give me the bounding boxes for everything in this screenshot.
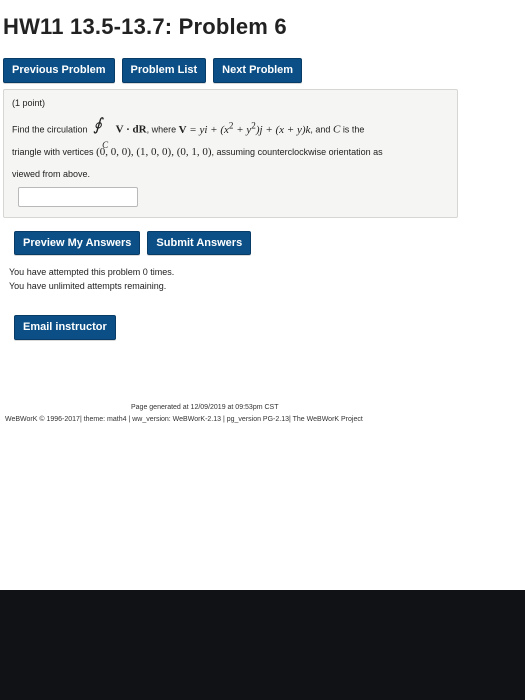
and-text: , and: [310, 124, 331, 135]
preview-answers-button[interactable]: Preview My Answers: [14, 231, 141, 255]
contour-integral-symbol: ∮ C: [92, 115, 110, 150]
vector-field: V = yi + (x2 + y2)j + (x + y)k: [178, 120, 311, 136]
problem-statement: Find the circulation ∮ C V · dR, where V …: [12, 114, 452, 185]
submit-answers-button[interactable]: Submit Answers: [147, 231, 252, 255]
integral-subscript: C: [102, 139, 109, 150]
problem-list-button[interactable]: Problem List: [121, 58, 207, 83]
curve-symbol: C: [332, 123, 341, 136]
remaining-attempts-text: You have unlimited attempts remaining.: [9, 281, 167, 291]
dark-bottom-area: [0, 590, 525, 700]
statement-line-3: viewed from above.: [12, 168, 91, 179]
statement-line-2: triangle with vertices: [12, 146, 94, 157]
page-generated-text: Page generated at 12/09/2019 at 09:53pm …: [131, 404, 279, 411]
statement-line-2-rest: , assuming counterclockwise orientation …: [211, 146, 383, 157]
statement-intro: Find the circulation: [12, 124, 88, 135]
is-the-text: is the: [342, 124, 365, 135]
next-problem-button[interactable]: Next Problem: [213, 58, 303, 83]
triangle-vertices: (0, 0, 0), (1, 0, 0), (0, 1, 0): [96, 145, 212, 158]
previous-problem-button[interactable]: Previous Problem: [3, 58, 115, 83]
points-label: (1 point): [12, 98, 46, 108]
where-text: , where: [146, 124, 177, 135]
attempt-status: You have attempted this problem 0 times.…: [9, 265, 174, 293]
integrand: V · dR: [115, 123, 147, 136]
answer-input[interactable]: [18, 187, 138, 207]
email-instructor-button[interactable]: Email instructor: [14, 315, 116, 340]
problem-navigation: Previous Problem Problem List Next Probl…: [3, 58, 303, 83]
page-title: HW11 13.5-13.7: Problem 6: [3, 14, 287, 39]
attempts-text: You have attempted this problem 0 times.: [9, 267, 175, 277]
problem-panel: (1 point) Find the circulation ∮ C V · dR…: [3, 89, 458, 218]
footer-credits: WeBWorK © 1996-2017| theme: math4 | ww_v…: [5, 416, 363, 423]
answer-actions: Preview My Answers Submit Answers: [14, 231, 252, 255]
